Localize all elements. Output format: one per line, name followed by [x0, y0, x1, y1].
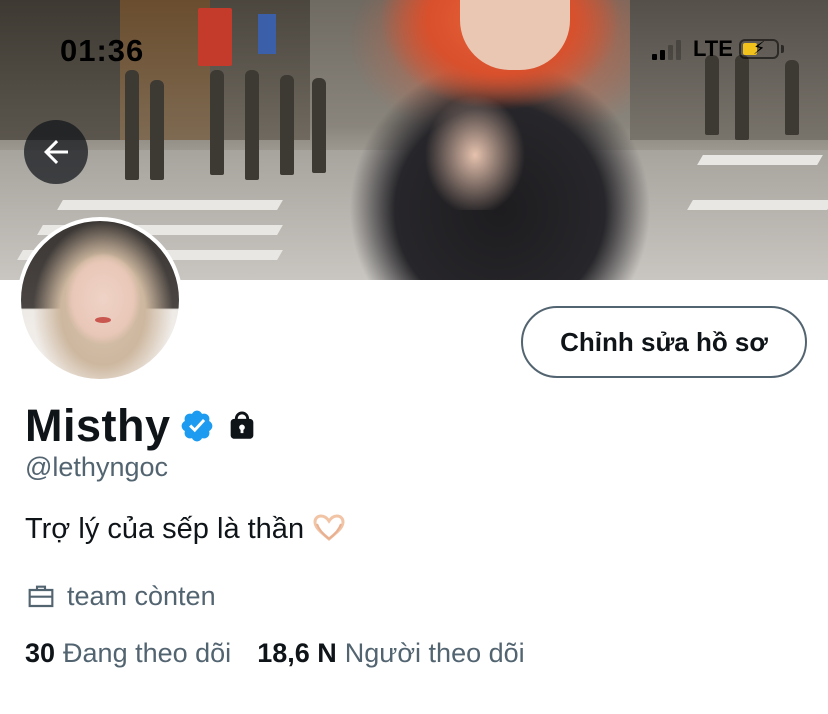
professional-category: team cònten [25, 580, 216, 612]
banner-pedestrian [312, 78, 326, 173]
banner-pedestrian [125, 70, 139, 180]
profile-name-row: Misthy [25, 400, 259, 452]
banner-building [0, 0, 120, 140]
arrow-left-icon [44, 140, 68, 164]
banner-pedestrian [280, 75, 294, 175]
briefcase-icon [28, 585, 54, 608]
battery-icon: ⚡ [738, 38, 779, 59]
bio-text: Trợ lý của sếp là thần [25, 513, 305, 545]
display-name: Misthy [25, 400, 171, 451]
profile-avatar[interactable] [17, 217, 183, 383]
status-time: 01:36 [60, 33, 145, 68]
banner-crosswalk-stripe [687, 200, 828, 210]
following-link[interactable]: 30 Đang theo dõi [25, 638, 231, 669]
network-type: LTE [693, 36, 733, 61]
followers-label: Người theo dõi [344, 638, 525, 668]
cellular-signal-icon [652, 38, 681, 60]
banner-pedestrian [210, 70, 224, 175]
profile-handle: @lethyngoc [25, 452, 168, 482]
banner-pedestrian [785, 60, 799, 135]
followers-count: 18,6 N [257, 638, 337, 668]
edit-profile-button[interactable]: Chỉnh sửa hồ sơ [521, 306, 807, 378]
banner-pedestrian [735, 55, 749, 140]
banner-crosswalk-stripe [57, 200, 283, 210]
battery-cap [780, 45, 784, 53]
heart-hands-emoji [313, 514, 345, 541]
verified-badge-icon[interactable] [179, 408, 215, 444]
banner-pedestrian [245, 70, 259, 180]
status-indicators: LTE ⚡ [652, 36, 784, 62]
back-button[interactable] [24, 120, 88, 184]
follow-stats: 30 Đang theo dõi 18,6 N Người theo dõi [25, 638, 525, 669]
banner-pedestrian [150, 80, 164, 180]
profile-bio: Trợ lý của sếp là thần [25, 513, 346, 546]
banner-sign [198, 8, 232, 66]
professional-category-text: team cònten [67, 580, 216, 611]
banner-sign [258, 14, 276, 54]
banner-pedestrian [705, 55, 719, 135]
following-label: Đang theo dõi [63, 638, 232, 668]
banner-crosswalk-stripe [697, 155, 823, 165]
following-count: 30 [25, 638, 56, 668]
avatar-detail [95, 317, 111, 323]
followers-link[interactable]: 18,6 N Người theo dõi [257, 638, 524, 669]
banner-peace-sign-hand [415, 60, 535, 210]
lock-icon [230, 411, 253, 439]
